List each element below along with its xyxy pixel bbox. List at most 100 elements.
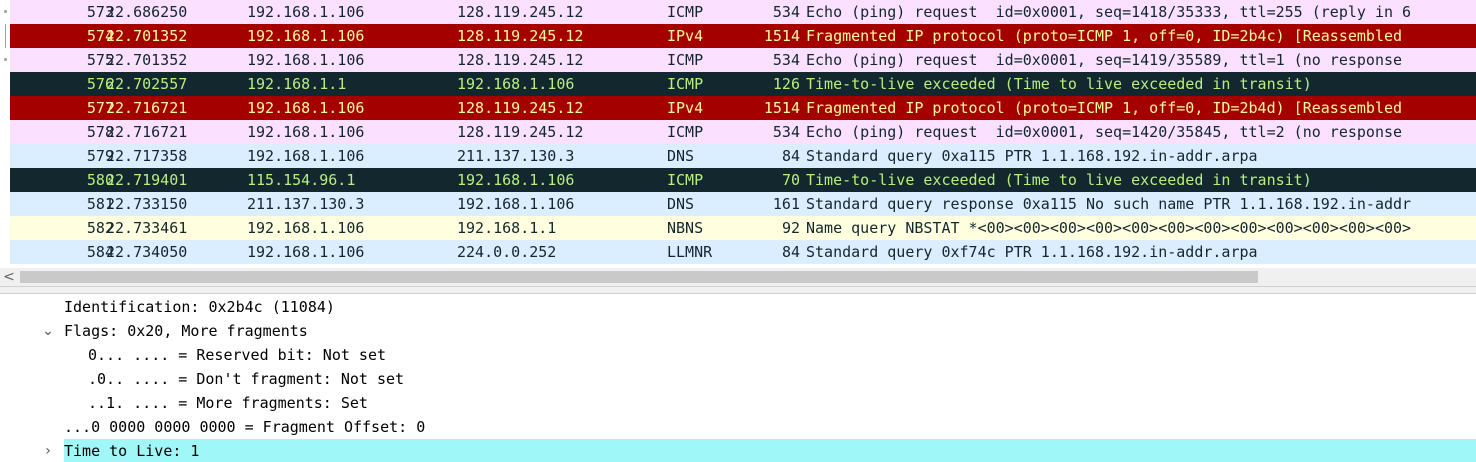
packet-time: 22.719401 [106,171,188,189]
packet-number: 584 [86,243,114,261]
packet-row[interactable]: 574 22.701352 192.168.1.106 128.119.245.12 I… [0,24,1476,48]
packet-row[interactable]: 576 22.702557 192.168.1.1 192.168.1.106 ICMP… [0,72,1476,96]
packet-number: 581 [86,195,114,213]
packet-protocol: IPv4 [667,99,704,117]
packet-time: 22.734050 [106,243,188,261]
packet-row[interactable]: 580 22.719401 115.154.96.1 192.168.1.106 ICM… [0,168,1476,192]
related-packet-gutter [0,0,10,24]
packet-time: 22.701352 [106,27,188,45]
packet-length: 84 [781,243,800,261]
packet-destination: 224.0.0.252 [457,243,557,261]
packet-number: 573 [86,3,114,21]
packet-length: 1514 [763,27,800,45]
packet-row[interactable]: 581 22.733150 211.137.130.3 192.168.1.106 DN… [0,192,1476,216]
packet-destination: 128.119.245.12 [457,3,584,21]
packet-row[interactable]: 584 22.734050 192.168.1.106 224.0.0.252 LLMN… [0,240,1476,264]
chevron-down-icon[interactable]: ⌄ [40,319,56,343]
packet-source: 192.168.1.106 [247,27,365,45]
detail-tree-item[interactable]: 0... .... = Reserved bit: Not set [0,343,1476,367]
related-packet-gutter [0,120,10,144]
packet-length: 1514 [763,99,800,117]
related-packet-gutter [0,72,10,96]
packet-number: 575 [86,51,114,69]
packet-time: 22.733150 [106,195,188,213]
packet-time: 22.716721 [106,123,188,141]
packet-row[interactable]: 578 22.716721 192.168.1.106 128.119.245.12 I… [0,120,1476,144]
packet-row[interactable]: 575 22.701352 192.168.1.106 128.119.245.12 I… [0,48,1476,72]
packet-row[interactable]: 582 22.733461 192.168.1.106 192.168.1.1 NBNS… [0,216,1476,240]
packet-time: 22.701352 [106,51,188,69]
packet-source: 192.168.1.106 [247,123,365,141]
packet-length: 534 [772,3,800,21]
packet-info: Standard query 0xf74c PTR 1.1.168.192.in… [806,243,1258,261]
related-dot-icon [4,58,7,61]
packet-protocol: IPv4 [667,27,704,45]
packet-number: 579 [86,147,114,165]
packet-info: Standard query 0xa115 PTR 1.1.168.192.in… [806,147,1258,165]
packet-length: 92 [781,219,800,237]
packet-row[interactable]: 573 22.686250 192.168.1.106 128.119.245.12 I… [0,0,1476,24]
chevron-right-icon[interactable]: › [40,439,56,462]
packet-info: Time-to-live exceeded (Time to live exce… [806,75,1312,93]
detail-tree-item[interactable]: ⌄ Flags: 0x20, More fragments [0,319,1476,343]
horizontal-scrollbar[interactable]: < [0,268,1476,286]
packet-info: Time-to-live exceeded (Time to live exce… [806,171,1312,189]
packet-source: 192.168.1.106 [247,51,365,69]
packet-destination: 128.119.245.12 [457,123,584,141]
packet-source: 192.168.1.1 [247,75,347,93]
packet-source: 211.137.130.3 [247,195,365,213]
related-packet-gutter [0,192,10,216]
packet-source: 115.154.96.1 [247,171,356,189]
packet-length: 534 [772,123,800,141]
packet-source: 192.168.1.106 [247,219,365,237]
detail-field-text: ..1. .... = More fragments: Set [88,394,368,412]
packet-length: 161 [772,195,800,213]
packet-destination: 128.119.245.12 [457,27,584,45]
detail-tree-item[interactable]: ..1. .... = More fragments: Set [0,391,1476,415]
detail-tree-item[interactable]: Identification: 0x2b4c (11084) [0,295,1476,319]
packet-row[interactable]: 579 22.717358 192.168.1.106 211.137.130.3 DN… [0,144,1476,168]
packet-destination: 192.168.1.106 [457,75,575,93]
packet-length: 70 [781,171,800,189]
packet-row[interactable]: 577 22.716721 192.168.1.106 128.119.245.12 I… [0,96,1476,120]
packet-details-tree[interactable]: Identification: 0x2b4c (11084) ⌄ Flags: 0x… [0,295,1476,462]
packet-info: Echo (ping) request id=0x0001, seq=1418/… [806,3,1412,21]
packet-number: 574 [86,27,114,45]
packet-destination: 192.168.1.106 [457,195,575,213]
packet-length: 126 [772,75,800,93]
packet-time: 22.733461 [106,219,188,237]
packet-list[interactable]: 573 22.686250 192.168.1.106 128.119.245.12 I… [0,0,1476,268]
detail-tree-item[interactable]: .0.. .... = Don't fragment: Not set [0,367,1476,391]
chevron-left-icon[interactable]: < [0,268,18,286]
packet-protocol: DNS [667,147,695,165]
pane-splitter[interactable] [0,286,1476,294]
detail-field-text: .0.. .... = Don't fragment: Not set [88,370,405,388]
packet-length: 534 [772,51,800,69]
packet-info: Echo (ping) request id=0x0001, seq=1420/… [806,123,1403,141]
packet-destination: 211.137.130.3 [457,147,575,165]
packet-info: Fragmented IP protocol (proto=ICMP 1, of… [806,27,1403,45]
related-line-icon [5,24,6,48]
packet-destination: 128.119.245.12 [457,99,584,117]
related-dot-icon [4,10,7,13]
packet-number: 576 [86,75,114,93]
packet-source: 192.168.1.106 [247,99,365,117]
detail-field-text: ...0 0000 0000 0000 = Fragment Offset: 0 [64,418,426,436]
related-packet-gutter [0,48,10,72]
packet-protocol: LLMNR [667,243,713,261]
packet-source: 192.168.1.106 [247,147,365,165]
detail-tree-item[interactable]: › Time to Live: 1 [0,439,1476,462]
packet-protocol: ICMP [667,51,704,69]
packet-source: 192.168.1.106 [247,243,365,261]
packet-protocol: NBNS [667,219,704,237]
detail-tree-item[interactable]: ...0 0000 0000 0000 = Fragment Offset: 0 [0,415,1476,439]
packet-protocol: ICMP [667,3,704,21]
packet-protocol: DNS [667,195,695,213]
related-packet-gutter [0,240,10,264]
related-packet-gutter [0,24,10,48]
packet-destination: 192.168.1.106 [457,171,575,189]
packet-number: 580 [86,171,114,189]
packet-time: 22.716721 [106,99,188,117]
packet-protocol: ICMP [667,171,704,189]
scrollbar-thumb[interactable] [20,271,1258,283]
